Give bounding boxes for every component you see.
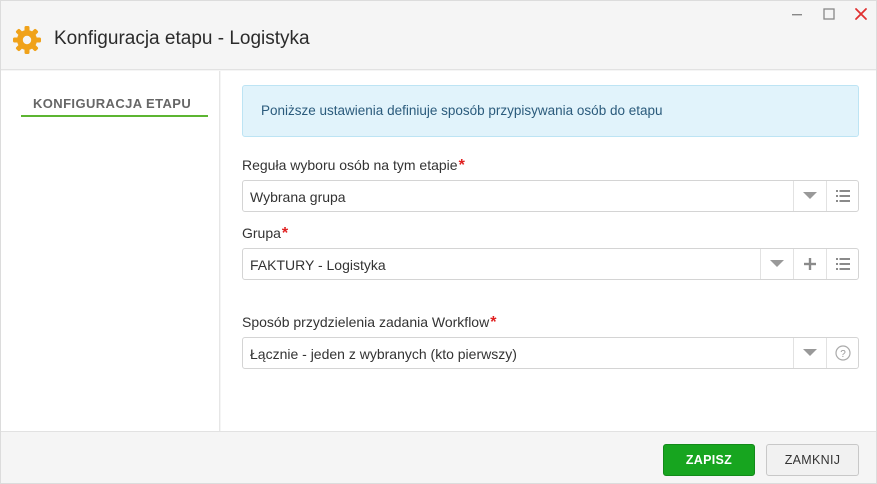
main-panel: Poniższe ustawienia definiuje sposób prz… [221, 71, 876, 431]
dialog-window: Konfiguracja etapu - Logistyka KONFIGURA… [0, 0, 877, 484]
minimize-icon[interactable] [788, 5, 806, 23]
assignment-select-value: Łącznie - jeden z wybranych (kto pierwsz… [250, 346, 517, 362]
required-marker: * [490, 314, 497, 331]
rule-select-value: Wybrana grupa [250, 189, 346, 205]
maximize-icon[interactable] [820, 5, 838, 23]
help-icon[interactable]: ? [826, 338, 859, 368]
chevron-down-icon[interactable] [793, 338, 826, 368]
assignment-select[interactable]: Łącznie - jeden z wybranych (kto pierwsz… [242, 337, 859, 369]
close-button[interactable]: ZAMKNIJ [766, 444, 859, 476]
info-alert: Poniższe ustawienia definiuje sposób prz… [242, 85, 859, 137]
window-title: Konfiguracja etapu - Logistyka [54, 28, 310, 49]
svg-text:?: ? [840, 349, 846, 360]
title-bar: Konfiguracja etapu - Logistyka [1, 1, 876, 70]
field-label-group: Grupa* [242, 225, 288, 243]
gear-icon [12, 25, 42, 55]
chevron-down-icon[interactable] [760, 249, 793, 279]
list-icon[interactable] [826, 181, 859, 211]
list-icon[interactable] [826, 249, 859, 279]
tab-konfiguracja-etapu[interactable]: KONFIGURACJA ETAPU [21, 95, 208, 117]
field-label-text: Grupa [242, 225, 281, 241]
plus-icon[interactable] [793, 249, 826, 279]
save-button[interactable]: ZAPISZ [663, 444, 755, 476]
field-label-text: Reguła wyboru osób na tym etapie [242, 157, 458, 173]
field-label-rule: Reguła wyboru osób na tym etapie* [242, 157, 465, 175]
sidebar: KONFIGURACJA ETAPU [1, 71, 220, 431]
required-marker: * [458, 157, 465, 174]
group-select[interactable]: FAKTURY - Logistyka [242, 248, 859, 280]
rule-select[interactable]: Wybrana grupa [242, 180, 859, 212]
required-marker: * [281, 225, 289, 242]
field-label-text: Sposób przydzielenia zadania Workflow [242, 314, 490, 330]
field-label-assignment: Sposób przydzielenia zadania Workflow* [242, 314, 496, 332]
info-text: Poniższe ustawienia definiuje sposób prz… [261, 103, 663, 118]
group-select-value: FAKTURY - Logistyka [250, 257, 386, 273]
dialog-footer: ZAPISZ ZAMKNIJ [1, 431, 876, 483]
tab-label: KONFIGURACJA ETAPU [33, 96, 192, 111]
chevron-down-icon[interactable] [793, 181, 826, 211]
close-icon[interactable] [852, 5, 870, 23]
